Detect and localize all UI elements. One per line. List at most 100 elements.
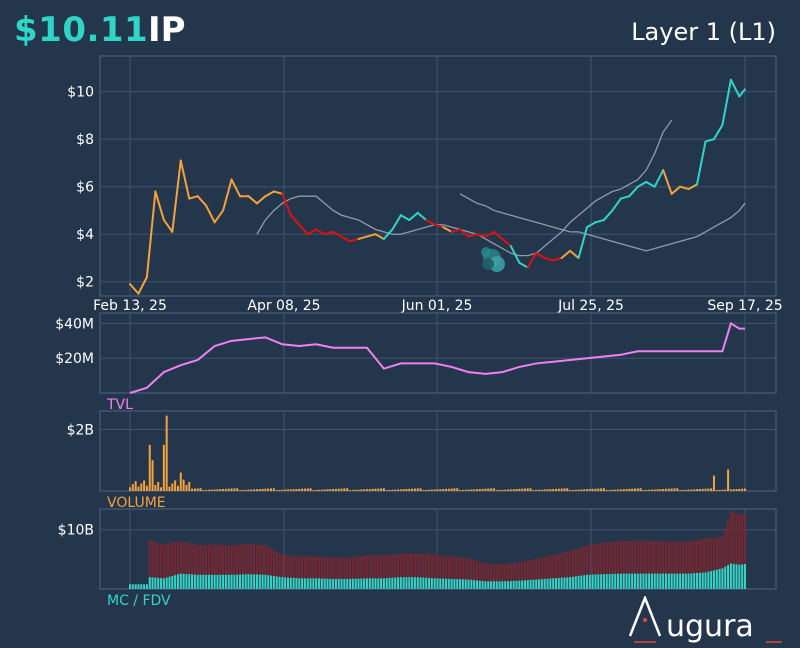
mc-bar bbox=[385, 578, 388, 589]
volume-bar bbox=[481, 488, 484, 491]
mc-bar bbox=[580, 575, 583, 589]
mc-bar bbox=[600, 574, 603, 589]
mc-bar bbox=[145, 584, 148, 589]
mc-bar bbox=[244, 574, 247, 589]
volume-bar bbox=[329, 489, 332, 491]
volume-bar bbox=[430, 489, 433, 491]
volume-bar bbox=[650, 489, 653, 491]
volume-bar bbox=[261, 488, 264, 491]
volume-bar bbox=[332, 489, 335, 491]
price-segment bbox=[340, 235, 352, 243]
mc-bar bbox=[631, 573, 634, 589]
mc-bar bbox=[456, 579, 459, 589]
mc-bar bbox=[227, 574, 230, 589]
volume-bar bbox=[267, 488, 270, 491]
volume-bar bbox=[614, 489, 617, 491]
volume-bar bbox=[605, 490, 608, 491]
volume-bar bbox=[436, 489, 439, 491]
volume-bar bbox=[303, 488, 306, 491]
volume-bar bbox=[413, 488, 416, 491]
volume-bar bbox=[419, 488, 422, 491]
date-tick-label: Jun 01, 25 bbox=[401, 298, 473, 314]
volume-bar bbox=[391, 489, 394, 491]
volume-bar bbox=[492, 488, 495, 491]
volume-bar bbox=[509, 489, 512, 491]
mc-bar bbox=[286, 577, 289, 589]
mc-bar bbox=[732, 563, 735, 589]
price-segment bbox=[602, 209, 614, 221]
price-segment bbox=[129, 283, 140, 295]
price-tick-label: $6 bbox=[76, 180, 94, 196]
volume-bar bbox=[540, 489, 543, 491]
volume-bar bbox=[574, 489, 577, 491]
mc-bar bbox=[602, 574, 605, 589]
mc-bar bbox=[724, 566, 727, 589]
mc-bar bbox=[481, 581, 484, 589]
volume-bar bbox=[433, 489, 436, 491]
mcfdv-y-ticks: $10B bbox=[58, 523, 94, 539]
volume-bar bbox=[583, 489, 586, 491]
volume-grid bbox=[100, 411, 776, 491]
mc-bar bbox=[605, 574, 608, 589]
volume-bar bbox=[681, 489, 684, 491]
mc-bar bbox=[738, 564, 741, 589]
volume-bar bbox=[622, 489, 625, 491]
volume-bar bbox=[701, 488, 704, 491]
volume-bar bbox=[450, 488, 453, 491]
mc-bar bbox=[560, 577, 563, 589]
mc-bar bbox=[134, 584, 137, 589]
volume-bar bbox=[549, 489, 552, 491]
volume-bar bbox=[360, 489, 363, 491]
logo-a-icon bbox=[628, 596, 662, 637]
price-segment bbox=[289, 214, 301, 226]
moving-averages bbox=[256, 119, 746, 257]
mcfdv-panel-label: MC / FDV bbox=[107, 593, 171, 609]
volume-bar bbox=[207, 489, 210, 491]
price-segment bbox=[425, 218, 436, 226]
volume-bar bbox=[442, 489, 445, 491]
mc-bar bbox=[309, 578, 312, 589]
volume-bar bbox=[608, 489, 611, 491]
mc-bar bbox=[295, 578, 298, 589]
mc-bar bbox=[236, 574, 239, 589]
price-segment bbox=[535, 252, 546, 259]
mc-bar bbox=[642, 573, 645, 589]
mc-bar bbox=[349, 578, 352, 589]
volume-bar bbox=[151, 460, 154, 491]
volume-bar bbox=[693, 489, 696, 491]
volume-bar bbox=[402, 489, 405, 491]
mc-bar bbox=[715, 569, 718, 589]
volume-bar bbox=[712, 475, 715, 491]
price-segment bbox=[255, 195, 267, 205]
volume-bar bbox=[453, 488, 456, 491]
volume-bar bbox=[628, 488, 631, 491]
mc-bar bbox=[140, 584, 143, 589]
mc-bar bbox=[594, 574, 597, 589]
price-segment bbox=[179, 159, 191, 200]
volume-bar bbox=[718, 489, 721, 491]
volume-bar bbox=[633, 488, 636, 491]
volume-bar bbox=[571, 489, 574, 491]
mc-bar bbox=[617, 573, 620, 589]
price-segment bbox=[162, 218, 174, 233]
mc-bar bbox=[301, 578, 304, 589]
mc-bar bbox=[397, 577, 400, 589]
mc-bar bbox=[526, 580, 529, 589]
tvl-y-ticks: $20M $40M bbox=[55, 316, 94, 367]
volume-bar bbox=[580, 489, 583, 491]
volume-bar bbox=[428, 489, 431, 491]
volume-tick-label: $2B bbox=[67, 422, 94, 438]
volume-bar bbox=[230, 488, 233, 491]
mc-bar bbox=[710, 571, 713, 589]
price-segment bbox=[492, 230, 504, 240]
mc-bar bbox=[538, 579, 541, 589]
mc-bar bbox=[264, 574, 267, 589]
mc-bar bbox=[679, 573, 682, 589]
mc-bar bbox=[459, 579, 462, 589]
mc-bar bbox=[368, 578, 371, 589]
mc-bar bbox=[129, 584, 131, 589]
mc-bar bbox=[408, 577, 411, 589]
mc-bar bbox=[371, 578, 374, 589]
volume-bar bbox=[145, 485, 148, 491]
mc-bar bbox=[518, 580, 521, 589]
